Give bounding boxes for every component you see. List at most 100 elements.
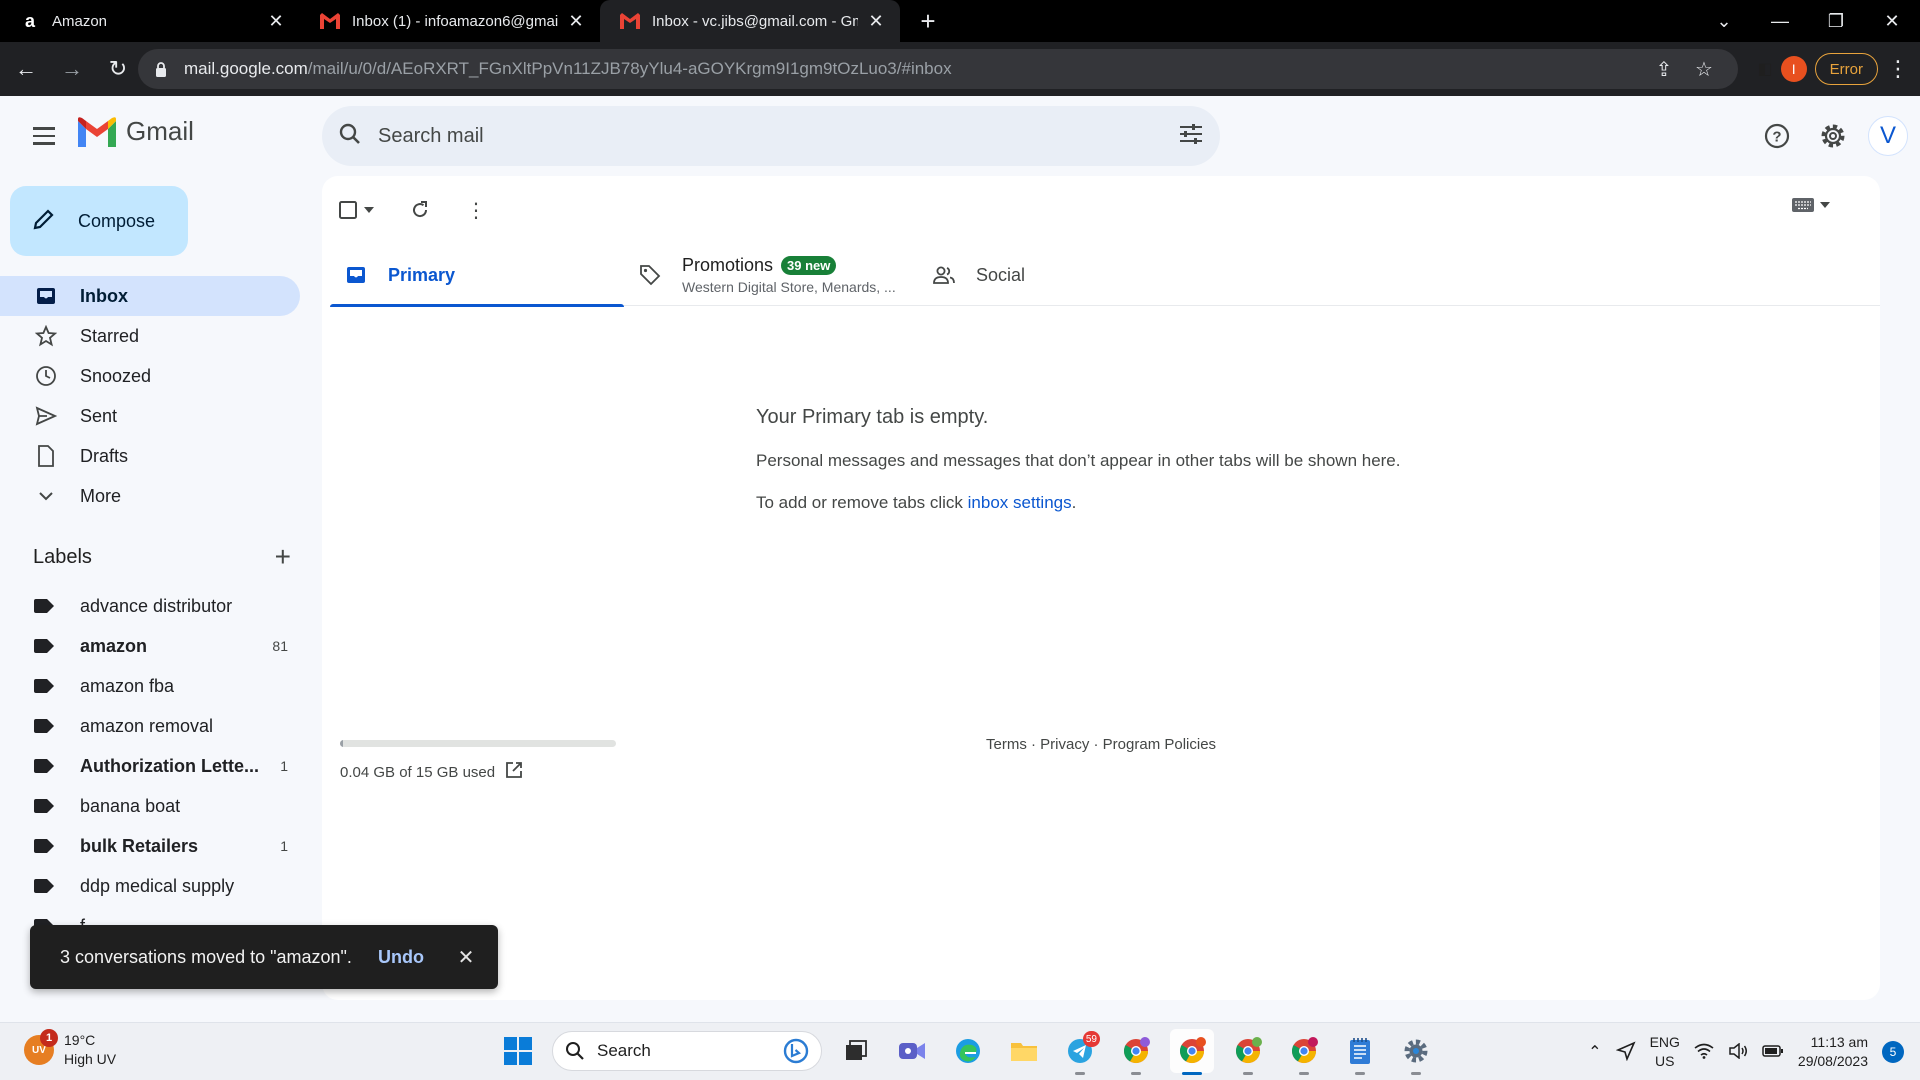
search-options-icon[interactable] [1178, 122, 1204, 151]
more-options-icon[interactable]: ⋮ [466, 190, 486, 230]
close-icon[interactable]: ✕ [454, 945, 478, 970]
gmail-logo[interactable]: Gmail [78, 116, 194, 147]
forward-icon[interactable]: → [52, 49, 92, 89]
label-tag-icon [34, 798, 56, 814]
back-icon[interactable]: ← [6, 49, 46, 89]
taskbar-search-input[interactable]: Search [597, 1041, 771, 1061]
restore-icon[interactable]: ❐ [1808, 11, 1864, 32]
telegram-icon[interactable]: 59 [1058, 1029, 1102, 1075]
notification-count-badge[interactable]: 5 [1882, 1041, 1904, 1063]
battery-icon[interactable] [1762, 1044, 1784, 1060]
label-banana-boat[interactable]: banana boat [0, 786, 300, 826]
task-view-icon[interactable] [834, 1029, 878, 1073]
bookmark-star-icon[interactable]: ☆ [1684, 57, 1724, 82]
label-tag-icon [34, 878, 56, 894]
label-name: banana boat [80, 795, 181, 816]
select-all-checkbox[interactable] [338, 190, 358, 230]
show-hidden-icons-chevron-icon[interactable]: ⌃ [1588, 1042, 1601, 1062]
settings-gear-icon[interactable] [1812, 115, 1854, 157]
browser-menu-icon[interactable]: ⋮ [1886, 56, 1910, 82]
label-count: 81 [272, 638, 288, 654]
browser-tab-amazon[interactable]: a Amazon ✕ [0, 0, 300, 42]
side-panel-icon[interactable]: ◧ [1758, 59, 1773, 79]
location-arrow-icon[interactable] [1615, 1040, 1636, 1064]
language-indicator[interactable]: ENG US [1650, 1033, 1680, 1071]
label-authorization-letters[interactable]: Authorization Lette... 1 [0, 746, 300, 786]
main-menu-icon[interactable] [24, 116, 64, 156]
new-tab-button[interactable]: + [908, 0, 948, 42]
search-input[interactable]: Search mail [378, 125, 1178, 148]
minimize-icon[interactable]: — [1752, 11, 1808, 32]
window-controls: ⌄ — ❐ ✕ [1696, 0, 1920, 42]
close-icon[interactable]: ✕ [566, 11, 586, 31]
edge-icon[interactable] [946, 1029, 990, 1073]
file-explorer-icon[interactable] [1002, 1029, 1046, 1073]
label-amazon-removal[interactable]: amazon removal [0, 706, 300, 746]
search-icon[interactable] [338, 122, 362, 151]
address-bar[interactable]: mail.google.com/mail/u/0/d/AEoRXRT_FGnXl… [138, 49, 1738, 89]
volume-icon[interactable] [1728, 1041, 1748, 1062]
help-icon[interactable]: ? [1756, 115, 1798, 157]
inbox-settings-link[interactable]: inbox settings [968, 493, 1072, 512]
update-error-button[interactable]: Error [1814, 53, 1878, 85]
sidebar-item-snoozed[interactable]: Snoozed [0, 356, 300, 396]
url-host: mail.google.com [184, 59, 308, 78]
weather-desc: High UV [64, 1051, 117, 1067]
close-icon[interactable]: ✕ [266, 11, 286, 31]
footer-links[interactable]: Terms · Privacy · Program Policies [986, 736, 1216, 753]
sidebar-item-starred[interactable]: Starred [0, 316, 300, 356]
label-ddp-medical-supply[interactable]: ddp medical supply [0, 866, 300, 906]
sidebar-item-drafts[interactable]: Drafts [0, 436, 300, 476]
undo-button[interactable]: Undo [378, 947, 424, 968]
label-amazon[interactable]: amazon 81 [0, 626, 300, 666]
close-window-icon[interactable]: ✕ [1864, 11, 1920, 32]
pencil-icon [32, 207, 56, 236]
add-label-icon[interactable]: + [275, 541, 291, 573]
sidebar-item-sent[interactable]: Sent [0, 396, 300, 436]
snackbar-toast: 3 conversations moved to "amazon". Undo … [30, 925, 498, 989]
lock-icon[interactable] [152, 60, 170, 78]
open-in-new-icon[interactable] [505, 761, 523, 783]
refresh-icon[interactable] [410, 190, 430, 230]
tab-social[interactable]: Social [918, 244, 1212, 306]
label-advance-distributor[interactable]: advance distributor [0, 586, 300, 626]
label-tag-icon [34, 638, 56, 654]
label-amazon-fba[interactable]: amazon fba [0, 666, 300, 706]
sidebar-item-inbox[interactable]: Inbox [0, 276, 300, 316]
chrome-profile-j-red-icon[interactable] [1282, 1029, 1326, 1075]
weather-widget[interactable]: UV 1 19°C High UV [24, 1029, 117, 1069]
tab-promotions[interactable]: Promotions 39 new Western Digital Store,… [624, 244, 918, 306]
search-mail-bar[interactable]: Search mail [322, 106, 1220, 166]
profile-avatar[interactable]: I [1780, 56, 1807, 82]
clock[interactable]: 11:13 am 29/08/2023 [1798, 1033, 1868, 1071]
lang-top: ENG [1649, 1034, 1680, 1050]
close-icon[interactable]: ✕ [866, 11, 886, 31]
label-tag-icon [34, 758, 56, 774]
wifi-icon[interactable] [1694, 1043, 1714, 1062]
windows-start-icon[interactable] [496, 1029, 540, 1073]
teams-meet-icon[interactable] [890, 1029, 934, 1073]
sidebar-item-more[interactable]: More [0, 476, 300, 516]
send-icon [34, 404, 58, 428]
notepad-icon[interactable] [1338, 1029, 1382, 1075]
browser-tab-inbox-infoamazon[interactable]: Inbox (1) - infoamazon6@gmail.c ✕ [300, 0, 600, 42]
tab-search-chevron-icon[interactable]: ⌄ [1696, 11, 1752, 32]
tab-primary[interactable]: Primary [330, 244, 624, 307]
chrome-profile-j-green-icon[interactable] [1226, 1029, 1270, 1075]
taskbar-search-box[interactable]: Search [552, 1031, 822, 1071]
bing-icon[interactable] [783, 1038, 809, 1064]
label-bulk-retailers[interactable]: bulk Retailers 1 [0, 826, 300, 866]
sidebar-item-label: Inbox [80, 285, 128, 306]
settings-app-icon[interactable] [1394, 1029, 1438, 1075]
storage-bar [340, 740, 616, 747]
share-icon[interactable]: ⇪ [1644, 57, 1684, 82]
reload-icon[interactable]: ↻ [98, 49, 138, 89]
account-avatar[interactable]: V [1868, 116, 1908, 156]
select-dropdown-caret-icon[interactable] [364, 190, 374, 230]
chrome-profile-i-icon[interactable] [1170, 1029, 1214, 1075]
chrome-profile-f-icon[interactable] [1114, 1029, 1158, 1075]
input-tools-keyboard-icon[interactable] [1792, 198, 1830, 212]
browser-tab-inbox-vcjibs[interactable]: Inbox - vc.jibs@gmail.com - Gma ✕ [600, 0, 900, 42]
storage-text: 0.04 GB of 15 GB used [340, 763, 496, 781]
compose-button[interactable]: Compose [10, 186, 188, 256]
